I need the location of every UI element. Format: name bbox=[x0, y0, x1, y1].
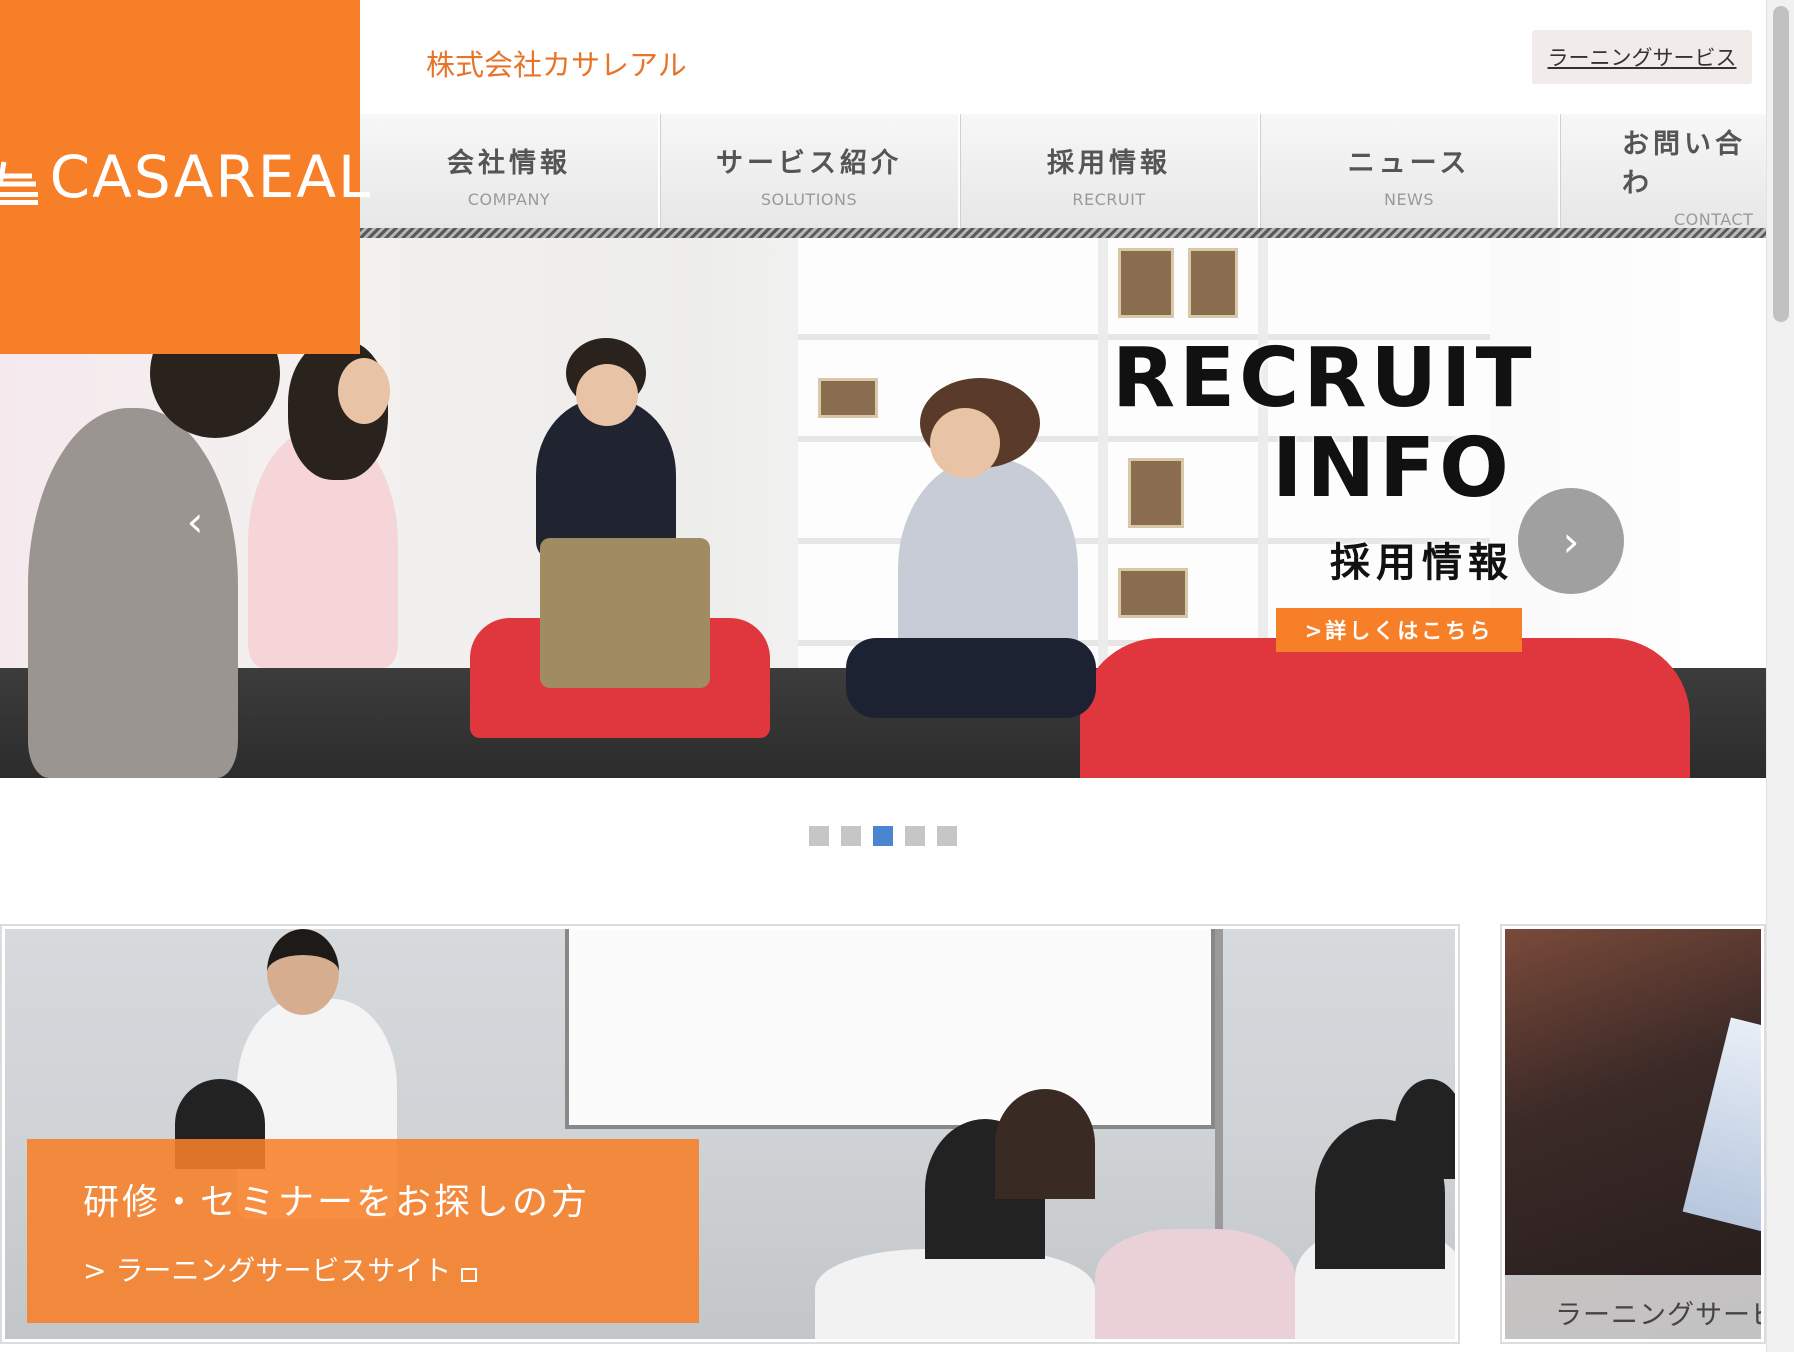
learning-site-link[interactable]: > ラーニングサービスサイト bbox=[83, 1249, 478, 1289]
stacked-lines-logo-icon bbox=[0, 161, 38, 205]
nav-item-news[interactable]: ニュース NEWS bbox=[1260, 114, 1560, 236]
seminar-card[interactable]: 研修・セミナーをお探しの方 > ラーニングサービスサイト bbox=[0, 924, 1460, 1344]
learning-service-card[interactable]: ラーニングサービ bbox=[1500, 924, 1766, 1344]
nav-item-sublabel: CONTACT bbox=[1674, 209, 1754, 229]
shelf-frame bbox=[1118, 568, 1188, 618]
learning-service-button[interactable]: ラーニングサービス bbox=[1532, 30, 1752, 84]
learning-service-card-label: ラーニングサービ bbox=[1555, 1300, 1761, 1331]
audience-figure bbox=[1095, 1229, 1295, 1339]
shelf-column bbox=[1258, 238, 1268, 678]
person-figure bbox=[846, 638, 1096, 718]
nav-item-recruit[interactable]: 採用情報 RECRUIT bbox=[960, 114, 1260, 236]
person-face bbox=[930, 408, 1000, 478]
card-label-band: ラーニングサービ bbox=[1505, 1275, 1761, 1339]
logo[interactable]: CASAREAL bbox=[0, 0, 370, 354]
person-face bbox=[576, 364, 638, 426]
shelf-frame bbox=[1118, 248, 1174, 318]
carousel-dot[interactable] bbox=[905, 826, 925, 846]
logo-inner: CASAREAL bbox=[0, 143, 372, 211]
chevron-left-icon: ‹ bbox=[186, 496, 204, 546]
external-link-icon bbox=[461, 1268, 478, 1282]
carousel-indicators bbox=[809, 826, 957, 846]
audience-figure bbox=[815, 1249, 1095, 1339]
logo-text: CASAREAL bbox=[49, 143, 373, 211]
hero-title: RECRUIT bbox=[1112, 331, 1536, 426]
nav-item-company[interactable]: 会社情報 COMPANY bbox=[360, 114, 660, 236]
nav-item-sublabel: NEWS bbox=[1383, 190, 1435, 209]
carousel-dot[interactable] bbox=[937, 826, 957, 846]
hero-subtitle: 採用情報 bbox=[1330, 540, 1514, 586]
carousel-prev-button[interactable]: ‹ bbox=[160, 486, 230, 556]
carousel-dot[interactable] bbox=[841, 826, 861, 846]
person-face bbox=[338, 358, 390, 424]
audience-head bbox=[995, 1089, 1095, 1199]
nav-item-label: サービス紹介 bbox=[716, 148, 902, 179]
audience-head bbox=[1395, 1079, 1455, 1179]
main-nav: 会社情報 COMPANY サービス紹介 SOLUTIONS 採用情報 RECRU… bbox=[360, 114, 1766, 236]
nav-item-sublabel: COMPANY bbox=[467, 190, 551, 209]
company-name[interactable]: 株式会社カサレアル bbox=[426, 42, 687, 84]
shelf-frame bbox=[1128, 458, 1184, 528]
nav-divider-stripe bbox=[360, 228, 1766, 238]
carousel-dot[interactable] bbox=[809, 826, 829, 846]
carousel-dot[interactable] bbox=[873, 826, 893, 846]
whiteboard bbox=[565, 929, 1215, 1129]
nav-item-label: 会社情報 bbox=[447, 148, 571, 179]
tablet-screen bbox=[1682, 1017, 1761, 1241]
learning-service-photo: ラーニングサービ bbox=[1505, 929, 1761, 1339]
hero-more-button[interactable]: >詳しくはこちら bbox=[1276, 608, 1522, 652]
person-figure bbox=[540, 538, 710, 688]
shelf-column bbox=[1098, 238, 1108, 678]
nav-item-solutions[interactable]: サービス紹介 SOLUTIONS bbox=[660, 114, 960, 236]
seminar-card-title: 研修・セミナーをお探しの方 bbox=[83, 1182, 591, 1223]
presenter-head bbox=[267, 929, 339, 1015]
nav-item-label: 採用情報 bbox=[1047, 148, 1171, 179]
seminar-overlay: 研修・セミナーをお探しの方 > ラーニングサービスサイト bbox=[27, 1139, 699, 1323]
shelf-frame bbox=[1188, 248, 1238, 318]
chevron-right-icon: › bbox=[1562, 516, 1580, 566]
seminar-photo: 研修・セミナーをお探しの方 > ラーニングサービスサイト bbox=[5, 929, 1455, 1339]
nav-item-label: ニュース bbox=[1347, 148, 1471, 179]
nav-item-sublabel: RECRUIT bbox=[1072, 190, 1146, 209]
nav-item-label: お問い合わ bbox=[1622, 128, 1746, 199]
scrollbar-thumb[interactable] bbox=[1773, 6, 1789, 322]
shelf-frame bbox=[818, 378, 878, 418]
red-bench bbox=[1080, 638, 1690, 778]
page-scrollbar[interactable] bbox=[1766, 0, 1794, 1352]
nav-item-contact[interactable]: お問い合わ CONTACT bbox=[1560, 114, 1766, 236]
person-figure bbox=[28, 408, 238, 778]
carousel-next-button[interactable]: › bbox=[1518, 488, 1624, 594]
nav-item-sublabel: SOLUTIONS bbox=[760, 190, 858, 209]
learning-site-link-label: > ラーニングサービスサイト bbox=[83, 1254, 452, 1287]
hero-title-line2: INFO bbox=[1272, 421, 1513, 516]
